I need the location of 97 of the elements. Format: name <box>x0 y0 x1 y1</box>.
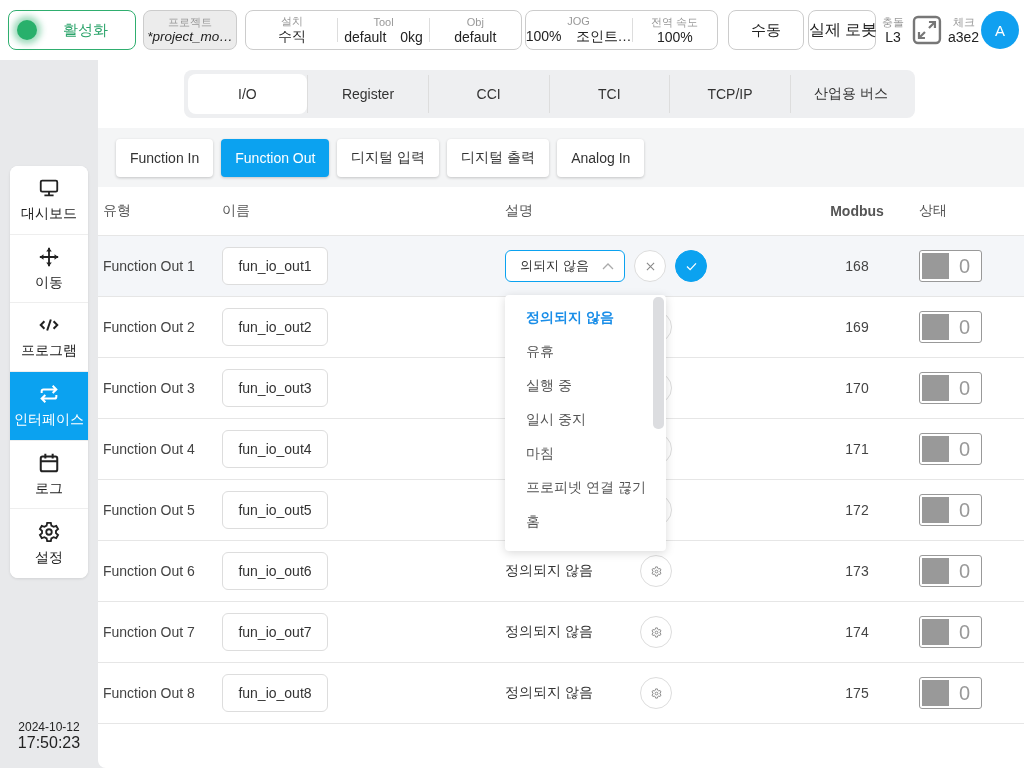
dropdown-option[interactable]: 일시 중지 <box>505 402 666 436</box>
speed-label: JOG <box>567 14 590 28</box>
settings-icon <box>650 565 662 577</box>
table-cell-text: 171 <box>844 441 870 457</box>
project-label: 프로젝트 <box>168 16 213 29</box>
subtab[interactable]: Function In <box>116 138 214 177</box>
dropdown-option[interactable]: 홈 <box>505 504 666 538</box>
mode-button[interactable]: 수동 <box>728 10 804 50</box>
robot-button[interactable]: 실제 로봇 <box>808 10 876 50</box>
speed-value: 100% <box>656 28 693 45</box>
speed-label: 전역 속도 <box>651 15 699 29</box>
setup-value: default <box>344 28 387 45</box>
sidebar-item[interactable]: 이동 <box>10 234 88 304</box>
subtab[interactable]: Analog In <box>557 138 645 177</box>
column-header: 상태 <box>919 202 948 220</box>
name-input[interactable]: fun_io_out5 <box>222 491 328 529</box>
scrollbar-thumb[interactable] <box>653 297 664 429</box>
sidebar-item[interactable]: 대시보드 <box>10 166 88 235</box>
table-cell-text: 174 <box>844 624 870 640</box>
expand-icon[interactable] <box>912 15 942 45</box>
name-input[interactable]: fun_io_out1 <box>222 247 328 285</box>
table-cell-text: Function Out 4 <box>102 441 196 457</box>
settings-icon <box>38 520 60 543</box>
check-icon <box>685 261 697 271</box>
setup-panel[interactable]: 설치 수직 Tool default 0kg Obj default <box>245 10 522 50</box>
subtab[interactable]: 디지털 입력 <box>337 138 440 177</box>
close-icon <box>645 261 655 271</box>
table-cell-text: 175 <box>844 685 870 701</box>
setup-value: default <box>454 28 497 45</box>
dropdown-option[interactable]: 실행 중 <box>505 368 666 402</box>
speed-panel[interactable]: JOG 100% 조인트… 전역 속도 100% <box>524 10 719 50</box>
tab[interactable]: Register <box>308 74 428 114</box>
setup-label: Obj <box>466 15 484 29</box>
column-header: 이름 <box>222 202 251 220</box>
speed-value: 100% <box>525 27 562 46</box>
table-cell-text: Function Out 1 <box>102 258 196 274</box>
settings-button[interactable] <box>640 555 672 587</box>
name-input[interactable]: fun_io_out7 <box>222 613 328 651</box>
sidebar-item[interactable]: 설정 <box>10 509 88 579</box>
project-box[interactable]: 프로젝트 *project_mo… <box>142 10 238 50</box>
name-input[interactable]: fun_io_out4 <box>222 430 328 468</box>
tab[interactable]: TCP/IP <box>670 74 790 114</box>
move-icon <box>38 245 60 268</box>
table-cell-text: Function Out 6 <box>102 563 196 579</box>
table-cell-text: Function Out 3 <box>102 380 196 396</box>
confirm-button[interactable] <box>675 250 707 282</box>
table-cell-text: 168 <box>844 258 870 274</box>
setup-value: 수직 <box>277 27 306 46</box>
table-cell-text: 169 <box>844 319 870 335</box>
name-input[interactable]: fun_io_out2 <box>222 308 328 346</box>
cancel-button[interactable] <box>634 250 666 282</box>
name-input[interactable]: fun_io_out3 <box>222 369 328 407</box>
name-input[interactable]: fun_io_out8 <box>222 674 328 712</box>
table-cell-text: 정의되지 않음 <box>505 562 594 580</box>
subtab[interactable]: 디지털 출력 <box>447 138 550 177</box>
collision-level: L3 <box>885 28 901 45</box>
name-input[interactable]: fun_io_out6 <box>222 552 328 590</box>
settings-button[interactable] <box>640 677 672 709</box>
collision-label: 충돌 <box>882 15 904 29</box>
setup-value: 0kg <box>400 28 423 45</box>
speed-value: 조인트… <box>575 27 632 46</box>
column-header: 유형 <box>102 202 132 220</box>
column-header: 설명 <box>505 202 534 220</box>
table-cell-text: 170 <box>844 380 870 396</box>
setup-label: Tool <box>373 15 394 29</box>
project-name: *project_mo… <box>147 29 233 44</box>
tab[interactable]: I/O <box>187 74 308 114</box>
check-code: a3e2 <box>947 28 980 45</box>
table-cell-text: 172 <box>844 502 870 518</box>
calendar-icon <box>38 451 60 474</box>
table-cell-text: Function Out 2 <box>102 319 196 335</box>
tab[interactable]: CCI <box>428 74 549 114</box>
swap-arrows-icon <box>38 382 60 405</box>
setup-label: 설치 <box>280 14 303 28</box>
check-label: 체크 <box>952 15 975 29</box>
settings-button[interactable] <box>640 616 672 648</box>
table-cell-text: 정의되지 않음 <box>505 684 594 702</box>
table-cell-text: Function Out 7 <box>102 624 196 640</box>
time-text: 17:50:23 <box>17 734 81 752</box>
date-text: 2024-10-12 <box>18 720 80 734</box>
dropdown-option[interactable]: 유휴 <box>505 334 666 368</box>
dropdown-option[interactable]: 마침 <box>505 436 666 470</box>
table-cell-text: 173 <box>844 563 870 579</box>
description-select[interactable]: 의되지 않음 <box>505 250 625 282</box>
column-header: Modbus <box>829 203 885 219</box>
status-dot-icon <box>17 20 37 40</box>
table-cell-text: Function Out 5 <box>102 502 196 518</box>
dropdown-option[interactable]: 프로피넷 연결 끊기 <box>505 470 666 504</box>
chevron-up-icon <box>602 262 614 270</box>
table-cell-text: 정의되지 않음 <box>505 623 594 641</box>
tab[interactable]: 산업용 버스 <box>790 74 911 114</box>
sidebar-item[interactable]: 로그 <box>10 440 88 510</box>
settings-icon <box>650 687 662 699</box>
settings-icon <box>650 626 662 638</box>
sidebar-item[interactable]: 프로그램 <box>10 303 88 373</box>
table-cell-text: Function Out 8 <box>102 685 196 701</box>
tab[interactable]: TCI <box>549 74 670 114</box>
